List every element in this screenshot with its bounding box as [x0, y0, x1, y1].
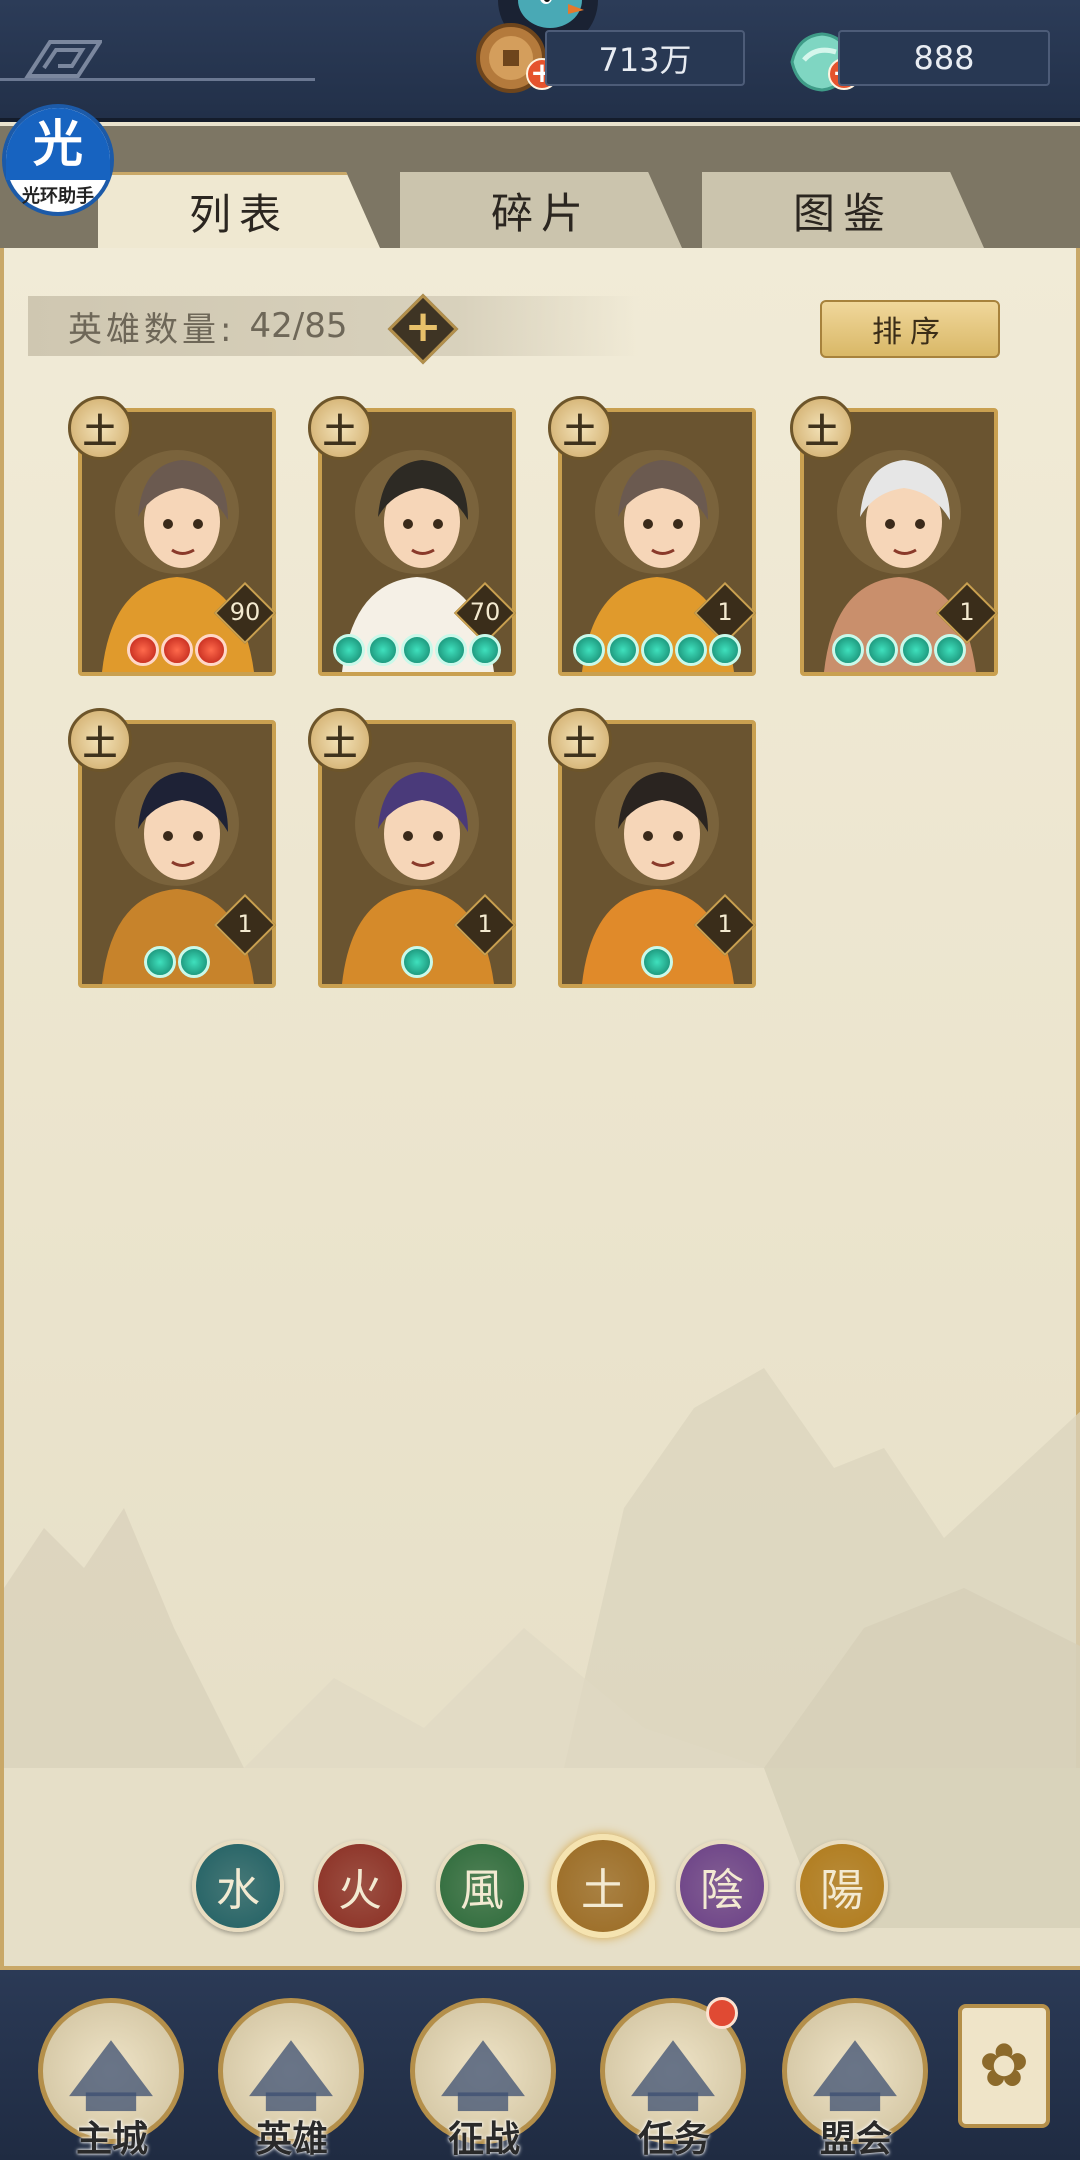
nav-item-2[interactable]: 英雄 — [218, 1990, 366, 2160]
star-orb-icon — [401, 634, 433, 666]
element-filter-1[interactable]: 水 — [192, 1840, 284, 1932]
sort-button[interactable]: 排序 — [820, 300, 1000, 358]
star-orb-icon — [675, 634, 707, 666]
hero-star-rating — [78, 946, 276, 978]
nav-label: 征战 — [447, 2119, 520, 2160]
star-orb-icon — [178, 946, 210, 978]
hero-star-rating — [78, 634, 276, 666]
nav-item-1[interactable]: 主城 — [38, 1990, 186, 2160]
nav-label: 英雄 — [255, 2119, 328, 2160]
hero-level: 90 — [229, 598, 261, 626]
tab-list-label: 列表 — [188, 190, 289, 239]
star-orb-icon — [900, 634, 932, 666]
earth-element-badge-icon: 土 — [68, 708, 132, 772]
tab-codex[interactable]: 图鉴 — [702, 172, 984, 248]
star-orb-icon — [401, 946, 433, 978]
earth-element-badge-icon: 土 — [308, 708, 372, 772]
nav-item-5[interactable]: 盟会 — [782, 1990, 930, 2160]
nav-item-3[interactable]: 征战 — [410, 1990, 558, 2160]
earth-element-badge-icon: 土 — [68, 396, 132, 460]
star-orb-icon — [333, 634, 365, 666]
tab-fragments-label: 碎片 — [490, 188, 591, 238]
nav-label: 盟会 — [819, 2119, 892, 2160]
earth-element-badge-icon: 土 — [548, 396, 612, 460]
notification-dot — [706, 1997, 738, 2029]
star-orb-icon — [195, 634, 227, 666]
assistant-logo-badge[interactable]: 光 光环助手 — [2, 104, 114, 216]
gem-amount: 888 — [838, 30, 1050, 86]
tab-fragments[interactable]: 碎片 — [400, 172, 682, 248]
hero-star-rating — [318, 634, 516, 666]
element-filter-3[interactable]: 風 — [436, 1840, 528, 1932]
ink-mountains-background — [4, 1368, 1080, 1968]
cloud-knot-ornament-icon — [24, 40, 102, 78]
hero-level: 1 — [959, 598, 975, 626]
star-orb-icon — [641, 946, 673, 978]
nav-label: 任务 — [637, 2119, 710, 2160]
hero-star-rating — [318, 946, 516, 978]
nav-label: 主城 — [75, 2119, 148, 2160]
hero-level: 1 — [237, 910, 253, 938]
assistant-logo-text: 光环助手 — [22, 186, 94, 207]
tab-list[interactable]: 列表 — [98, 172, 380, 248]
star-orb-icon — [607, 634, 639, 666]
element-filter-2[interactable]: 火 — [314, 1840, 406, 1932]
earth-element-badge-icon: 土 — [790, 396, 854, 460]
star-orb-icon — [367, 634, 399, 666]
hero-star-rating — [800, 634, 998, 666]
hero-count-label: 英雄数量: — [68, 309, 236, 350]
earth-element-badge-icon: 土 — [308, 396, 372, 460]
tab-codex-label: 图鉴 — [792, 188, 893, 238]
top-resource-bar: + 713万 + 888 — [0, 0, 1080, 122]
element-filter-6[interactable]: 陽 — [796, 1840, 888, 1932]
star-orb-icon — [709, 634, 741, 666]
hero-star-rating — [558, 946, 756, 978]
coin-amount: 713万 — [545, 30, 745, 86]
element-filter-5[interactable]: 陰 — [676, 1840, 768, 1932]
star-orb-icon — [934, 634, 966, 666]
star-orb-icon — [144, 946, 176, 978]
star-orb-icon — [127, 634, 159, 666]
star-orb-icon — [435, 634, 467, 666]
hero-level: 1 — [717, 910, 733, 938]
assistant-logo-glyph: 光 — [6, 108, 110, 180]
star-orb-icon — [641, 634, 673, 666]
sort-button-label: 排序 — [872, 315, 948, 350]
star-orb-icon — [832, 634, 864, 666]
star-orb-icon — [161, 634, 193, 666]
hero-count-value: 42/85 — [249, 306, 348, 346]
star-orb-icon — [866, 634, 898, 666]
hero-level: 1 — [717, 598, 733, 626]
star-orb-icon — [573, 634, 605, 666]
hero-level: 1 — [477, 910, 493, 938]
earth-element-badge-icon: 土 — [548, 708, 612, 772]
plus-icon: + — [404, 301, 442, 352]
hero-star-rating — [558, 634, 756, 666]
star-orb-icon — [469, 634, 501, 666]
hero-count-bar: 英雄数量: 42/85 — [28, 296, 640, 356]
element-filter-4[interactable]: 土 — [551, 1834, 655, 1938]
hero-level: 70 — [469, 598, 501, 626]
lattice-menu-icon[interactable]: ✿ — [958, 2004, 1050, 2128]
